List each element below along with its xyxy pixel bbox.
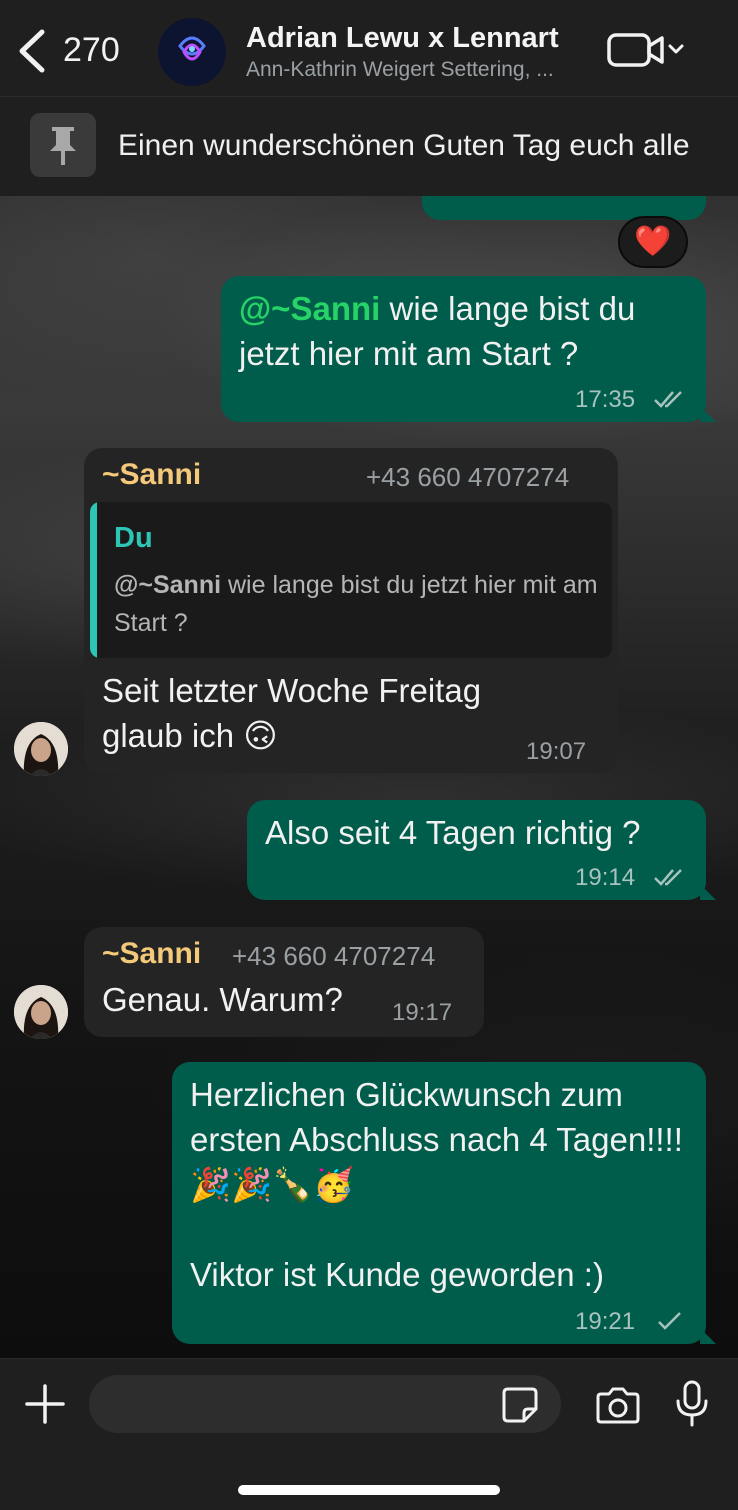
back-button[interactable]: [14, 26, 54, 76]
message-time: 19:14: [575, 864, 636, 891]
quote-text: @~Sanni wie lange bist du jetzt hier mit…: [114, 571, 598, 637]
mention[interactable]: @~Sanni: [239, 290, 380, 327]
sender-avatar[interactable]: [14, 985, 68, 1039]
message-input-bar: [0, 1358, 738, 1510]
sticker-icon: [502, 1387, 538, 1423]
camera-button[interactable]: [594, 1385, 642, 1425]
bubble-tail: [700, 406, 716, 422]
sender-name[interactable]: ~Sanni: [102, 937, 201, 971]
video-call-button[interactable]: [606, 30, 690, 70]
camera-icon: [596, 1387, 640, 1424]
bubble-tail: [700, 884, 716, 900]
attach-button[interactable]: [24, 1383, 66, 1425]
double-check-icon: [654, 391, 682, 408]
message-time: 19:17: [392, 999, 453, 1026]
incoming-message[interactable]: ~Sanni +43 660 4707274 Genau. Warum? 19:…: [84, 927, 484, 1037]
single-check-icon: [658, 1312, 681, 1330]
double-check-icon: [654, 869, 682, 886]
person-avatar-icon: [14, 985, 68, 1039]
chat-title[interactable]: Adrian Lewu x Lennart: [246, 22, 559, 55]
message-text: Herzlichen Glückwunsch zum ersten Abschl…: [190, 1076, 683, 1203]
outgoing-message[interactable]: Herzlichen Glückwunsch zum ersten Abschl…: [172, 1062, 706, 1344]
person-avatar-icon: [14, 722, 68, 776]
message-text: Seit letzter Woche Freitag glaub ich 🙃: [102, 672, 482, 754]
plus-icon: [25, 1384, 65, 1424]
quote-author: Du: [114, 522, 153, 554]
message-time: 17:35: [575, 386, 636, 413]
sender-phone: +43 660 4707274: [232, 941, 436, 971]
sender-name[interactable]: ~Sanni: [102, 458, 201, 492]
message-time: 19:07: [526, 738, 587, 765]
heart-reaction[interactable]: ❤️: [618, 216, 688, 268]
group-avatar[interactable]: [158, 18, 226, 86]
message-time: 19:21: [575, 1308, 636, 1335]
quoted-message[interactable]: Du @~Sanni wie lange bist du jetzt hier …: [90, 502, 612, 658]
message-input[interactable]: [89, 1375, 561, 1433]
lead-generation-logo-icon: [158, 18, 226, 86]
chat-members[interactable]: Ann-Kathrin Weigert Settering, ...: [246, 58, 591, 82]
unread-count[interactable]: 270: [63, 31, 120, 70]
message-text: Also seit 4 Tagen richtig ?: [265, 814, 641, 851]
chat-header: 270 Adrian Lewu x Lennart Ann-Kathrin We…: [0, 0, 738, 96]
home-indicator: [238, 1485, 500, 1495]
message-text: @~Sanni wie lange bist du jetzt hier mit…: [239, 290, 636, 372]
chevron-left-icon: [19, 29, 45, 73]
outgoing-message[interactable]: Also seit 4 Tagen richtig ? 19:14: [247, 800, 706, 900]
video-camera-icon: [607, 33, 684, 67]
pinned-message-text: Einen wunderschönen Guten Tag euch alle: [118, 129, 690, 162]
bubble-tail: [700, 1328, 716, 1344]
pin-icon: [30, 113, 96, 177]
message-text: Genau. Warum?: [102, 981, 343, 1018]
microphone-icon: [676, 1380, 708, 1427]
message-text: Viktor ist Kunde geworden :): [190, 1256, 604, 1293]
sender-avatar[interactable]: [14, 722, 68, 776]
incoming-message[interactable]: ~Sanni +43 660 4707274 Du @~Sanni wie la…: [84, 448, 618, 773]
quote-accent-bar: [90, 502, 97, 658]
voice-message-button[interactable]: [672, 1379, 712, 1429]
sender-phone: +43 660 4707274: [366, 462, 570, 492]
outgoing-message[interactable]: @~Sanni wie lange bist du jetzt hier mit…: [221, 276, 706, 422]
pinned-message-bar[interactable]: Einen wunderschönen Guten Tag euch alle: [0, 96, 738, 196]
sticker-button[interactable]: [500, 1385, 540, 1425]
